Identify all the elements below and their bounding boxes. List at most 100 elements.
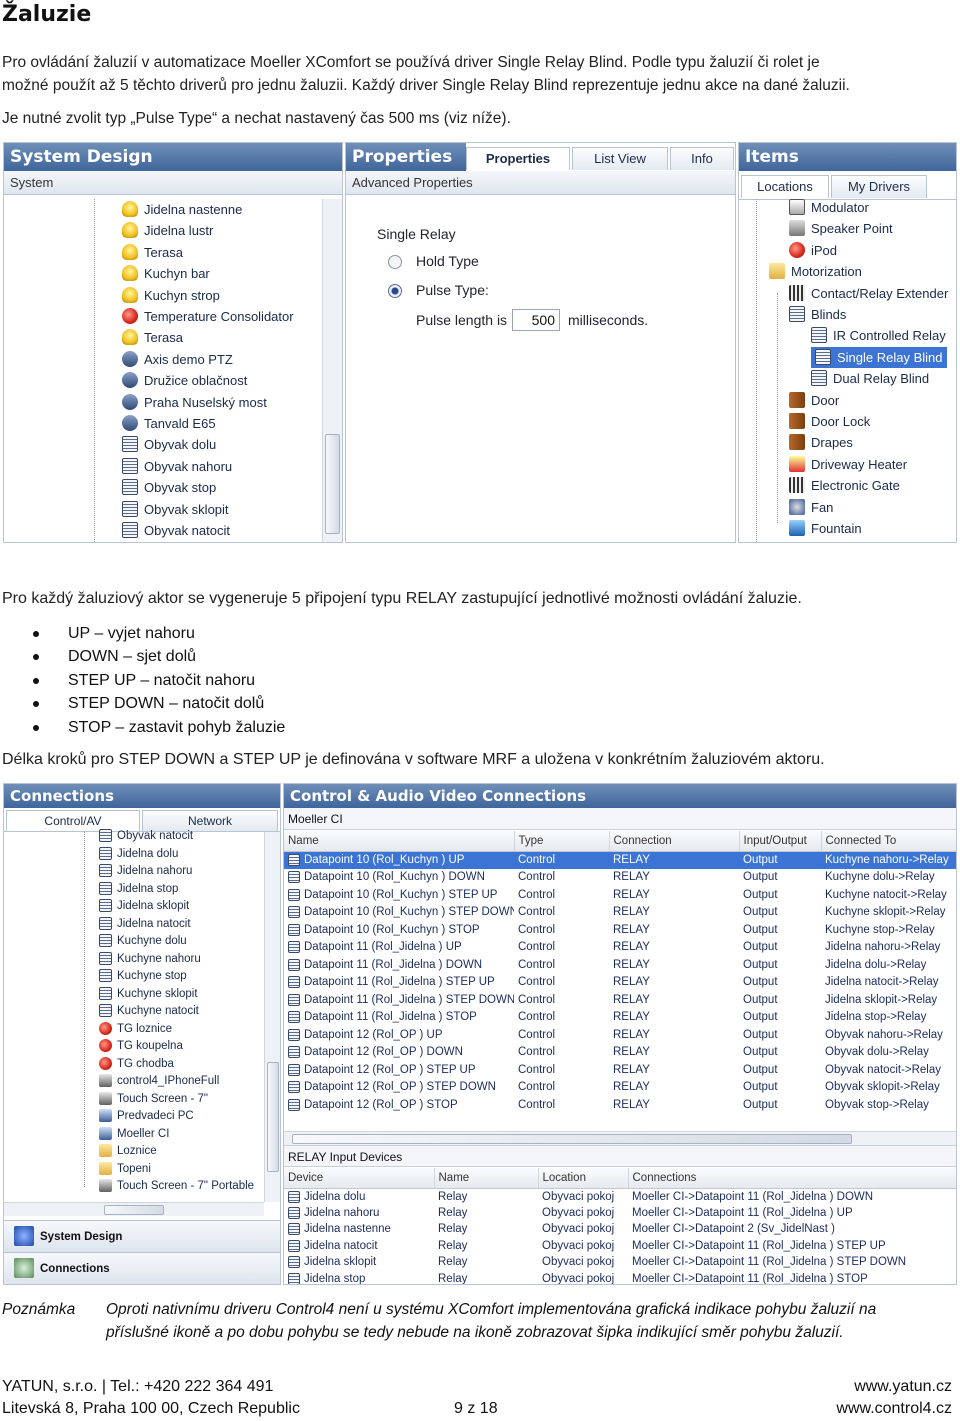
tree-item[interactable]: Door Lock	[789, 411, 870, 432]
tree-item[interactable]: IR Controlled Relay	[811, 325, 946, 346]
column-header[interactable]: Type	[514, 831, 610, 852]
tree-item[interactable]: TG loznice	[99, 1021, 172, 1038]
tab-info[interactable]: Info	[670, 147, 734, 170]
column-header[interactable]: Connection	[609, 831, 740, 852]
tree-item[interactable]: Jidelna dolu	[99, 846, 178, 863]
scroll-thumb[interactable]	[325, 434, 340, 534]
tree-item[interactable]: Jidelna natocit	[99, 916, 191, 933]
connections-hscrollbar[interactable]	[4, 1202, 264, 1216]
hold-type-radio[interactable]	[388, 255, 402, 269]
column-header[interactable]: Name	[284, 831, 515, 852]
tree-item[interactable]: Obyvak natocit	[99, 828, 193, 845]
tree-item[interactable]: Topeni	[99, 1161, 151, 1178]
tree-item[interactable]: Tanvald E65	[122, 413, 216, 434]
table-row[interactable]: Jidelna nahoru Relay Obyvaci pokoj Moeller …	[284, 1205, 956, 1222]
column-header[interactable]: Connected To	[821, 831, 956, 852]
table-row[interactable]: Jidelna nastenne Relay Obyvaci pokoj Moelle…	[284, 1221, 956, 1238]
table-row[interactable]: Datapoint 10 (Rol_Kuchyn ) STEP UP Contro…	[284, 886, 956, 904]
tree-item[interactable]: Kuchyn bar	[122, 263, 210, 284]
table-row[interactable]: Datapoint 12 (Rol_OP ) STEP DOWN Control R…	[284, 1079, 956, 1097]
tree-item[interactable]: Contact/Relay Extender	[789, 283, 948, 304]
tree-item[interactable]: Kuchyne natocit	[99, 1003, 199, 1020]
tree-item[interactable]: Motorization	[769, 261, 862, 282]
tree-item[interactable]: Speaker Point	[789, 218, 893, 239]
tab-list-view[interactable]: List View	[572, 147, 668, 170]
table-row[interactable]: Datapoint 11 (Rol_Jidelna ) STOP Control R…	[284, 1009, 956, 1027]
tree-item[interactable]: Jidelna nastenne	[122, 199, 242, 220]
tree-item[interactable]: Fountain	[789, 518, 862, 539]
tree-item[interactable]: Dual Relay Blind	[811, 368, 929, 389]
tree-item[interactable]: Obyvak natocit	[122, 520, 230, 541]
table-row[interactable]: Jidelna sklopit Relay Obyvaci pokoj Moeller…	[284, 1254, 956, 1271]
tree-item[interactable]: Kuchyne nahoru	[99, 951, 201, 968]
table-row[interactable]: Jidelna stop Relay Obyvaci pokoj Moeller CI…	[284, 1271, 956, 1284]
tree-item[interactable]: TG chodba	[99, 1056, 174, 1073]
table-row[interactable]: Datapoint 11 (Rol_Jidelna ) DOWN Control R…	[284, 956, 956, 974]
tab-properties[interactable]: Properties	[466, 147, 570, 170]
nav-connections[interactable]: Connections	[4, 1252, 280, 1284]
tree-item[interactable]: Kuchyn strop	[122, 285, 220, 306]
pulse-length-input[interactable]: 500	[512, 309, 560, 331]
column-header[interactable]: Input/Output	[739, 831, 822, 852]
table-row[interactable]: Datapoint 10 (Rol_Kuchyn ) STEP DOWN Cont…	[284, 904, 956, 922]
column-header[interactable]: Location	[538, 1168, 629, 1189]
tree-item[interactable]: Kuchyne dolu	[99, 933, 187, 950]
tree-item[interactable]: Modulator	[789, 197, 869, 218]
connections-hscroll-thumb[interactable]	[104, 1205, 164, 1215]
tree-item[interactable]: control4_IPhoneFull	[99, 1073, 219, 1090]
connections-scrollbar[interactable]	[264, 832, 280, 1202]
tree-item[interactable]: Drapes	[789, 432, 853, 453]
table-row[interactable]: Datapoint 11 (Rol_Jidelna ) STEP DOWN Con…	[284, 991, 956, 1009]
nav-system-design[interactable]: System Design	[4, 1220, 280, 1252]
tree-item[interactable]: Terasa	[122, 327, 183, 348]
column-header[interactable]: Name	[434, 1168, 539, 1189]
tree-item[interactable]: Blinds	[789, 304, 846, 325]
tree-item[interactable]: Jidelna stop	[99, 881, 178, 898]
table-row[interactable]: Datapoint 12 (Rol_OP ) STEP UP Control REL…	[284, 1061, 956, 1079]
tab-my-drivers[interactable]: My Drivers	[831, 175, 927, 198]
tree-item[interactable]: Driveway Heater	[789, 454, 907, 475]
footer-web-yatun[interactable]: www.yatun.cz	[854, 1376, 952, 1398]
system-scrollbar[interactable]	[322, 199, 342, 542]
tree-item[interactable]: Fan	[789, 497, 833, 518]
footer-web-control4[interactable]: www.control4.cz	[836, 1398, 952, 1420]
tree-item[interactable]: Obyvak dolu	[122, 434, 216, 455]
table-row[interactable]: Jidelna natocit Relay Obyvaci pokoj Moeller…	[284, 1238, 956, 1255]
tree-item[interactable]: Kuchyne stop	[99, 968, 187, 985]
tree-item[interactable]: Jidelna sklopit	[99, 898, 189, 915]
table-row[interactable]: Datapoint 12 (Rol_OP ) STOP Control RELAY O…	[284, 1096, 956, 1114]
table-row[interactable]: Datapoint 11 (Rol_Jidelna ) STEP UP Contr…	[284, 974, 956, 992]
tree-item[interactable]: Obyvak nahoru	[122, 456, 232, 477]
tree-item[interactable]: Temperature Consolidator	[122, 306, 294, 327]
tree-item[interactable]: iPod	[789, 240, 837, 261]
table-row[interactable]: Datapoint 12 (Rol_OP ) UP Control RELAY Out…	[284, 1026, 956, 1044]
tree-item[interactable]: Predvadeci PC	[99, 1108, 194, 1125]
tree-item[interactable]: Axis demo PTZ	[122, 349, 233, 370]
tree-item[interactable]: Moeller CI	[99, 1126, 169, 1143]
tree-item[interactable]: Kuchyne sklopit	[99, 986, 198, 1003]
table-row[interactable]: Datapoint 12 (Rol_OP ) DOWN Control RELAY O…	[284, 1044, 956, 1062]
table-row[interactable]: Datapoint 10 (Rol_Kuchyn ) UP Control RELA…	[284, 851, 956, 869]
table-row[interactable]: Jidelna dolu Relay Obyvaci pokoj Moeller CI…	[284, 1188, 956, 1205]
tree-item[interactable]: Jidelna lustr	[122, 220, 213, 241]
cav-hscroll-thumb[interactable]	[292, 1134, 852, 1144]
tree-item[interactable]: Terasa	[122, 242, 183, 263]
column-header[interactable]: Device	[284, 1168, 435, 1189]
tree-item[interactable]: Single Relay Blind	[811, 346, 947, 368]
table-row[interactable]: Datapoint 11 (Rol_Jidelna ) UP Control REL…	[284, 939, 956, 957]
tree-item[interactable]: Jidelna nahoru	[99, 863, 192, 880]
tree-item[interactable]: Obyvak stop	[122, 477, 216, 498]
tab-locations[interactable]: Locations	[741, 175, 829, 198]
tree-item[interactable]: Obyvak sklopit	[122, 499, 229, 520]
tree-item[interactable]: Loznice	[99, 1143, 157, 1160]
tree-item[interactable]: TG koupelna	[99, 1038, 183, 1055]
cav-hscrollbar[interactable]	[284, 1131, 956, 1145]
tree-item[interactable]: Touch Screen - 7" Portable	[99, 1178, 254, 1195]
pulse-type-radio[interactable]	[388, 284, 402, 298]
table-row[interactable]: Datapoint 10 (Rol_Kuchyn ) DOWN Control RE…	[284, 869, 956, 887]
column-header[interactable]: Connections	[628, 1168, 956, 1189]
connections-scroll-thumb[interactable]	[267, 1062, 279, 1172]
tree-item[interactable]: Praha Nuselský most	[122, 392, 267, 413]
tree-item[interactable]: Touch Screen - 7"	[99, 1091, 208, 1108]
tree-item[interactable]: Electronic Gate	[789, 475, 900, 496]
